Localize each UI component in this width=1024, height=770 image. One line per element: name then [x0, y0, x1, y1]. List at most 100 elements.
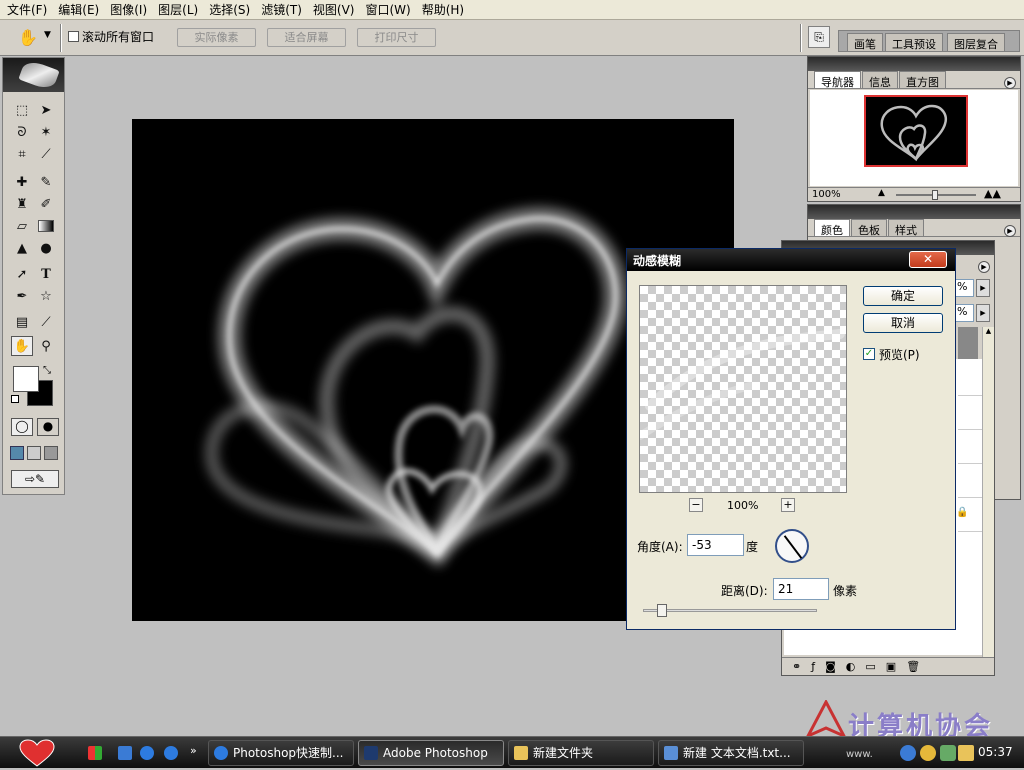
layer-mask-icon[interactable]: ◙ [825, 660, 836, 673]
move-tool-icon[interactable]: ➤ [35, 100, 57, 120]
fill-field[interactable]: % [954, 304, 974, 322]
layers-menu-icon[interactable]: ▶ [978, 261, 990, 273]
print-size-button[interactable]: 打印尺寸 [357, 28, 436, 47]
screen-mode-standard-icon[interactable] [10, 446, 24, 460]
scroll-all-checkbox[interactable] [68, 31, 79, 42]
healing-brush-tool-icon[interactable]: ✚ [11, 172, 33, 192]
well-tab-layer-comps[interactable]: 图层复合 [947, 33, 1005, 51]
menu-image[interactable]: 图像(I) [107, 1, 155, 18]
task-photoshop-tutorial[interactable]: Photoshop快速制... [208, 740, 354, 766]
filter-preview[interactable] [639, 285, 847, 493]
fit-screen-button[interactable]: 适合屏幕 [267, 28, 346, 47]
lasso-tool-icon[interactable]: ᘐ [11, 122, 33, 142]
tray-network-icon[interactable] [900, 745, 916, 761]
tray-sound-icon[interactable] [920, 745, 936, 761]
foreground-color-swatch-top[interactable] [13, 366, 39, 392]
color-panel-titlebar[interactable] [808, 205, 1020, 219]
clone-stamp-tool-icon[interactable]: ♜ [11, 194, 33, 214]
zoom-in-icon[interactable]: ▲▲ [984, 187, 1001, 200]
hand-tool-preset-icon[interactable]: ✋ [18, 28, 40, 48]
hand-tool-icon[interactable]: ✋ [11, 336, 33, 356]
chevron-down-icon[interactable]: ▼ [44, 30, 51, 40]
navigator-zoom-slider-thumb[interactable] [932, 190, 938, 200]
zoom-in-button[interactable]: + [781, 498, 795, 512]
swap-colors-icon[interactable]: ⤡ [43, 365, 51, 376]
path-selection-tool-icon[interactable]: ➚ [11, 264, 33, 284]
eyedropper-tool-icon[interactable]: ⟋ [35, 312, 57, 332]
tab-swatches[interactable]: 色板 [851, 219, 887, 237]
screen-mode-full-menu-icon[interactable] [27, 446, 41, 460]
menu-help[interactable]: 帮助(H) [419, 1, 472, 18]
navigator-titlebar[interactable] [808, 57, 1020, 71]
angle-input[interactable] [687, 534, 744, 556]
eraser-tool-icon[interactable]: ▱ [11, 216, 33, 236]
quicklaunch-app-icon[interactable] [88, 746, 102, 760]
feather-logo-icon[interactable] [18, 58, 60, 92]
color-panel-menu-icon[interactable]: ▶ [1004, 225, 1016, 237]
menu-file[interactable]: 文件(F) [4, 1, 55, 18]
navigator-zoom-value[interactable]: 100% [812, 189, 841, 200]
new-layer-icon[interactable]: ▣ [886, 660, 896, 673]
tab-histogram[interactable]: 直方图 [899, 71, 946, 89]
distance-slider[interactable] [643, 609, 817, 612]
link-layers-icon[interactable]: ⚭ [792, 660, 801, 673]
fill-arrow-icon[interactable]: ▶ [976, 304, 990, 322]
gradient-tool-icon[interactable] [35, 216, 57, 236]
screen-mode-full-icon[interactable] [44, 446, 58, 460]
marquee-tool-icon[interactable]: ⬚ [11, 100, 33, 120]
zoom-tool-icon[interactable]: ⚲ [35, 336, 57, 356]
tray-shield-icon[interactable] [958, 745, 974, 761]
pen-tool-icon[interactable]: ✒ [11, 286, 33, 306]
quick-mask-mode-icon[interactable]: ● [37, 418, 59, 436]
history-brush-tool-icon[interactable]: ✐ [35, 194, 57, 214]
dialog-titlebar[interactable]: 动感模糊 ✕ [627, 249, 955, 271]
tab-styles[interactable]: 样式 [888, 219, 924, 237]
brush-tool-icon[interactable]: ✎ [35, 172, 57, 192]
tab-color[interactable]: 颜色 [814, 219, 850, 237]
quicklaunch-m-icon[interactable] [140, 746, 154, 760]
quicklaunch-k-icon[interactable] [164, 746, 178, 760]
zoom-out-button[interactable]: − [689, 498, 703, 512]
ok-button[interactable]: 确定 [863, 286, 943, 306]
tab-navigator[interactable]: 导航器 [814, 71, 861, 89]
dodge-tool-icon[interactable]: ● [35, 238, 57, 258]
opacity-arrow-icon[interactable]: ▶ [976, 279, 990, 297]
blur-tool-icon[interactable]: ▲ [11, 238, 33, 258]
default-colors-icon[interactable] [11, 395, 19, 403]
well-tab-tool-presets[interactable]: 工具预设 [885, 33, 943, 51]
distance-input[interactable] [773, 578, 829, 600]
file-browser-icon[interactable]: ⎘ [808, 26, 830, 48]
new-group-icon[interactable]: ▭ [865, 660, 875, 673]
task-adobe-photoshop[interactable]: Adobe Photoshop [358, 740, 504, 766]
preview-checkbox[interactable]: ✓ [863, 348, 875, 360]
layers-scrollbar[interactable]: ▲ [982, 327, 994, 657]
notes-tool-icon[interactable]: ▤ [11, 312, 33, 332]
zoom-out-icon[interactable]: ▲ [878, 188, 885, 198]
actual-pixels-button[interactable]: 实际像素 [177, 28, 256, 47]
layer-style-icon[interactable]: ƒ [811, 660, 815, 673]
menu-edit[interactable]: 编辑(E) [55, 1, 107, 18]
quicklaunch-ie-icon[interactable] [118, 746, 132, 760]
menu-filter[interactable]: 滤镜(T) [258, 1, 310, 18]
well-tab-brushes[interactable]: 画笔 [847, 33, 883, 51]
angle-dial[interactable] [775, 529, 809, 563]
cancel-button[interactable]: 取消 [863, 313, 943, 333]
tray-security-icon[interactable] [940, 745, 956, 761]
slice-tool-icon[interactable]: ⟋ [35, 144, 57, 164]
close-button[interactable]: ✕ [909, 251, 947, 268]
magic-wand-tool-icon[interactable]: ✶ [35, 122, 57, 142]
menu-view[interactable]: 视图(V) [310, 1, 363, 18]
task-text-document[interactable]: 新建 文本文档.txt... [658, 740, 804, 766]
navigator-menu-icon[interactable]: ▶ [1004, 77, 1016, 89]
type-tool-icon[interactable]: T [35, 264, 57, 284]
jump-to-imageready-icon[interactable]: ⇨✎ [11, 470, 59, 488]
start-heart-icon[interactable] [18, 739, 56, 767]
selected-layer-row[interactable] [958, 327, 978, 359]
quicklaunch-more-icon[interactable]: » [190, 744, 197, 757]
menu-window[interactable]: 窗口(W) [362, 1, 418, 18]
delete-layer-icon[interactable]: 🗑 [906, 660, 920, 673]
distance-slider-thumb[interactable] [657, 604, 667, 617]
tab-info[interactable]: 信息 [862, 71, 898, 89]
menu-select[interactable]: 选择(S) [206, 1, 258, 18]
opacity-field[interactable]: % [954, 279, 974, 297]
